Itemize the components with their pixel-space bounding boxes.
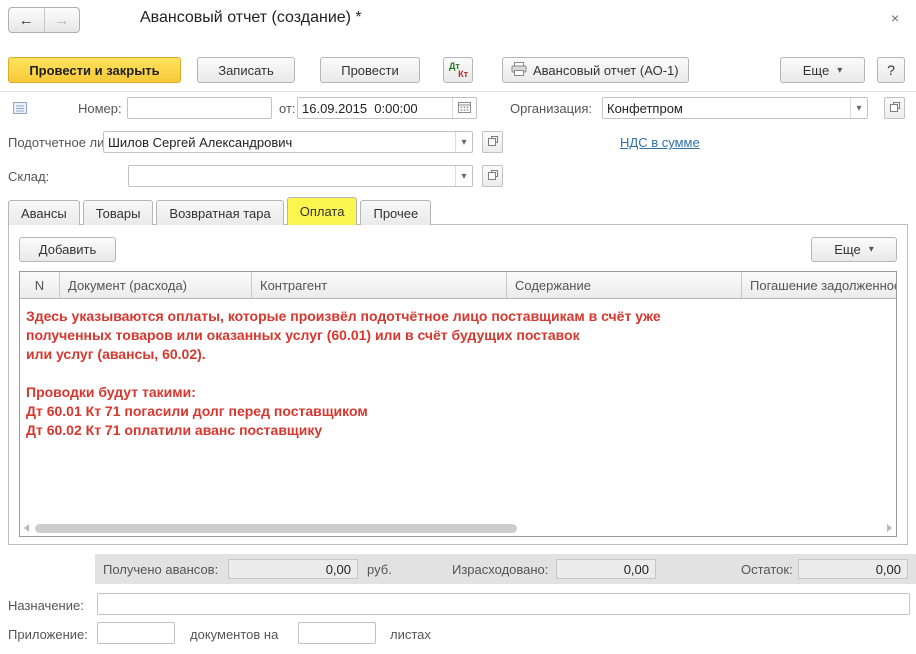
scroll-left-icon[interactable] <box>24 524 29 532</box>
date-input[interactable] <box>298 98 452 118</box>
organization-dropdown-button[interactable]: ▾ <box>850 98 867 118</box>
attachment-label: Приложение: <box>8 627 88 642</box>
warehouse-dropdown-button[interactable]: ▾ <box>455 166 472 186</box>
toolbar-separator <box>0 91 916 92</box>
sheets-count-input[interactable] <box>298 622 376 644</box>
add-row-button[interactable]: Добавить <box>19 237 116 262</box>
close-button[interactable]: × <box>891 10 899 26</box>
forward-button[interactable]: → <box>45 8 80 32</box>
history-nav-group: ← → <box>8 7 80 33</box>
person-field: ▾ <box>103 131 473 153</box>
hint-line: Дт 60.02 Кт 71 оплатили аванс поставщику <box>26 421 661 440</box>
balance-label: Остаток: <box>741 562 793 577</box>
hint-line: Проводки будут такими: <box>26 383 661 402</box>
column-header-debt-repayment[interactable]: Погашение задолженност <box>742 272 896 298</box>
tab-vozvratnaya-tara[interactable]: Возвратная тара <box>156 200 283 225</box>
open-icon <box>889 101 901 116</box>
person-dropdown-button[interactable]: ▾ <box>455 132 472 152</box>
chevron-down-icon: ▾ <box>461 171 466 182</box>
forward-arrow-icon: → <box>54 12 69 29</box>
scrollbar-thumb[interactable] <box>35 524 517 533</box>
save-button[interactable]: Записать <box>197 57 295 83</box>
chevron-down-icon: ▾ <box>837 65 842 76</box>
tab-avansy[interactable]: Авансы <box>8 200 80 225</box>
back-button[interactable]: ← <box>9 8 45 32</box>
person-input[interactable] <box>104 132 455 152</box>
more-label: Еще <box>803 63 829 78</box>
sheets-label: листах <box>390 627 431 642</box>
dtkt-icon: Дт Кт <box>444 58 472 82</box>
scrollbar-track[interactable] <box>33 524 883 533</box>
tab-tovary[interactable]: Товары <box>83 200 154 225</box>
tab-bar: Авансы Товары Возвратная тара Оплата Про… <box>8 197 431 225</box>
tab-oplata[interactable]: Оплата <box>287 197 358 225</box>
column-header-document[interactable]: Документ (расхода) <box>60 272 252 298</box>
organization-field: ▾ <box>602 97 868 119</box>
chevron-down-icon: ▾ <box>856 103 861 114</box>
open-icon <box>487 135 499 150</box>
tab-prochee[interactable]: Прочее <box>360 200 431 225</box>
more-label: Еще <box>834 242 860 257</box>
open-icon <box>487 169 499 184</box>
purpose-input[interactable] <box>97 593 910 615</box>
scroll-right-icon[interactable] <box>887 524 892 532</box>
form-icon <box>12 100 28 119</box>
spent-value: 0,00 <box>556 559 656 579</box>
hint-text-block: Здесь указываются оплаты, которые произв… <box>26 307 661 440</box>
vat-in-total-link[interactable]: НДС в сумме <box>620 135 700 150</box>
hint-line: Здесь указываются оплаты, которые произв… <box>26 307 661 326</box>
calendar-button[interactable] <box>452 98 476 118</box>
warehouse-open-button[interactable] <box>482 165 503 187</box>
table-more-button[interactable]: Еще ▾ <box>811 237 897 262</box>
person-open-button[interactable] <box>482 131 503 153</box>
warehouse-label: Склад: <box>8 169 49 184</box>
column-header-n[interactable]: N <box>20 272 60 298</box>
warehouse-input[interactable] <box>129 166 455 186</box>
spent-label: Израсходовано: <box>452 562 548 577</box>
column-header-content[interactable]: Содержание <box>507 272 742 298</box>
print-report-label: Авансовый отчет (АО-1) <box>533 63 679 78</box>
chevron-down-icon: ▾ <box>869 244 874 255</box>
organization-open-button[interactable] <box>884 97 905 119</box>
number-input[interactable] <box>127 97 272 119</box>
calendar-icon <box>458 101 471 116</box>
close-icon: × <box>891 10 899 26</box>
balance-value: 0,00 <box>798 559 908 579</box>
organization-label: Организация: <box>510 101 592 116</box>
kt-label: Кт <box>458 69 468 79</box>
date-label: от: <box>279 101 296 116</box>
show-postings-button[interactable]: Дт Кт <box>443 57 473 83</box>
received-advances-value: 0,00 <box>228 559 358 579</box>
advance-report-window: ← → Авансовый отчет (создание) * × Прове… <box>0 0 916 654</box>
table-header-row: N Документ (расхода) Контрагент Содержан… <box>20 272 896 299</box>
help-button[interactable]: ? <box>877 57 905 83</box>
currency-label: руб. <box>367 562 392 577</box>
payments-table: N Документ (расхода) Контрагент Содержан… <box>19 271 897 537</box>
warehouse-field: ▾ <box>128 165 473 187</box>
documents-on-label: документов на <box>190 627 278 642</box>
post-and-close-button[interactable]: Провести и закрыть <box>8 57 181 83</box>
printer-icon <box>511 62 527 79</box>
hint-line: или услуг (авансы, 60.02). <box>26 345 661 364</box>
totals-bar: Получено авансов: 0,00 руб. Израсходован… <box>95 554 916 584</box>
purpose-label: Назначение: <box>8 598 84 613</box>
date-field <box>297 97 477 119</box>
column-header-counterparty[interactable]: Контрагент <box>252 272 507 298</box>
payments-tab-panel: Добавить Еще ▾ N Документ (расхода) Конт… <box>8 224 908 545</box>
number-label: Номер: <box>78 101 122 116</box>
chevron-down-icon: ▾ <box>461 137 466 148</box>
post-button[interactable]: Провести <box>320 57 420 83</box>
print-report-button[interactable]: Авансовый отчет (АО-1) <box>502 57 689 83</box>
attachment-docs-input[interactable] <box>97 622 175 644</box>
hint-line: полученных товаров или оказанных услуг (… <box>26 326 661 345</box>
toolbar-more-button[interactable]: Еще ▾ <box>780 57 865 83</box>
back-arrow-icon: ← <box>19 12 34 29</box>
hint-line <box>26 364 661 383</box>
organization-input[interactable] <box>603 98 850 118</box>
page-title: Авансовый отчет (создание) * <box>140 9 362 27</box>
received-advances-label: Получено авансов: <box>103 562 218 577</box>
horizontal-scrollbar <box>24 523 892 533</box>
hint-line: Дт 60.01 Кт 71 погасили долг перед поста… <box>26 402 661 421</box>
